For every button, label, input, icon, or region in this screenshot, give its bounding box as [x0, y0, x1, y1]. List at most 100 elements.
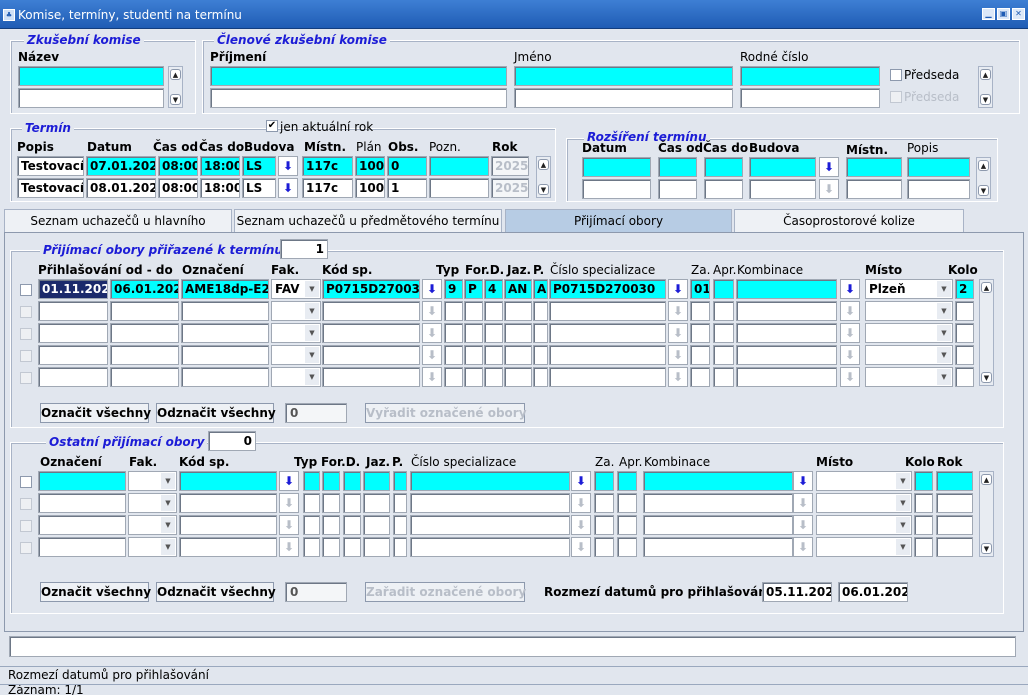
pr-cell[interactable] [736, 345, 837, 365]
termin-plan-2[interactable]: 100 [355, 178, 385, 198]
pr-cell[interactable] [690, 323, 710, 343]
pr-cell[interactable] [444, 323, 463, 343]
os-cell[interactable] [914, 537, 933, 557]
prijmeni-input-2[interactable] [210, 88, 507, 108]
pr-cell[interactable] [549, 345, 666, 365]
os-row-checkbox-4[interactable] [20, 542, 32, 554]
pr-kod-lov-icon-1[interactable]: ⬇ [422, 279, 442, 299]
pr-misto-select[interactable]: ▼ [865, 345, 953, 365]
down-arrow-icon[interactable]: ⬇ [422, 301, 442, 321]
down-arrow-icon[interactable]: ⬇ [279, 515, 299, 535]
os-cell[interactable] [594, 515, 614, 535]
pr-row-checkbox-1[interactable] [20, 284, 32, 296]
pr-jaz-n-1[interactable]: 4 [484, 279, 503, 299]
rz-cas-do-1[interactable] [704, 157, 743, 177]
pr-cell[interactable] [713, 323, 734, 343]
termin-cas-od-2[interactable]: 08:00 [158, 178, 198, 198]
os-cell[interactable] [594, 537, 614, 557]
minimize-icon[interactable]: ▁ [982, 8, 995, 20]
pr-cell[interactable] [713, 301, 734, 321]
pr-cell[interactable] [181, 367, 269, 387]
pr-cell[interactable] [444, 367, 463, 387]
pr-oznacit-vsechny-button[interactable]: Označit všechny [40, 403, 151, 423]
pr-cell[interactable] [322, 367, 420, 387]
pr-cell[interactable] [955, 345, 974, 365]
termin-datum-2[interactable]: 08.01.2025 [86, 178, 156, 198]
termin-cas-do-2[interactable]: 18:00 [200, 178, 240, 198]
os-cell[interactable] [914, 471, 933, 491]
predseda-checkbox-1[interactable] [890, 69, 902, 81]
pr-p-1[interactable]: A [533, 279, 548, 299]
pr-typ-1[interactable]: 9 [444, 279, 463, 299]
os-row-checkbox-1[interactable] [20, 476, 32, 488]
pr-misto-select[interactable]: ▼ [865, 367, 953, 387]
os-cell[interactable] [343, 515, 361, 535]
rz-popis-1[interactable] [907, 157, 970, 177]
down-arrow-icon[interactable]: ⬇ [668, 367, 688, 387]
os-cell[interactable] [38, 493, 126, 513]
os-fak-select[interactable]: ▼ [128, 537, 177, 557]
pr-misto-select[interactable]: ▼ [865, 323, 953, 343]
predseda-checkbox-2[interactable] [890, 91, 902, 103]
pr-do-1[interactable]: 06.01.2026 [110, 279, 179, 299]
os-cell[interactable] [343, 493, 361, 513]
pr-cell[interactable] [955, 367, 974, 387]
os-misto-select[interactable]: ▼ [816, 471, 912, 491]
pr-cell[interactable] [444, 345, 463, 365]
rozmezi-od-input[interactable]: 05.11.2024 [762, 582, 832, 602]
os-fak-select[interactable]: ▼ [128, 515, 177, 535]
os-misto-select[interactable]: ▼ [816, 537, 912, 557]
os-cell[interactable] [410, 471, 570, 491]
pr-cell[interactable] [533, 345, 548, 365]
os-cell[interactable] [643, 471, 793, 491]
os-cell[interactable] [38, 471, 126, 491]
rz-datum-2[interactable] [582, 179, 651, 199]
rz-datum-1[interactable] [582, 157, 651, 177]
os-fak-select[interactable]: ▼ [128, 493, 177, 513]
down-arrow-icon[interactable]: ⬇ [793, 493, 813, 513]
pr-kod-1[interactable]: P0715D270030 [322, 279, 420, 299]
os-cell[interactable] [303, 515, 320, 535]
down-arrow-icon[interactable]: ⬇ [840, 367, 860, 387]
clenove-scrollbar[interactable]: ▲ ▼ [978, 66, 993, 108]
os-cell[interactable] [936, 493, 973, 513]
vyradit-button[interactable]: Vyřadit označené obory [365, 403, 527, 423]
pr-cell[interactable] [484, 323, 503, 343]
termin-obs-1[interactable]: 0 [387, 156, 427, 176]
down-arrow-icon[interactable]: ⬇ [571, 515, 591, 535]
os-cell[interactable] [393, 471, 407, 491]
pr-ford-1[interactable]: P [464, 279, 483, 299]
down-arrow-icon[interactable]: ⬇ [668, 323, 688, 343]
os-misto-select[interactable]: ▼ [816, 493, 912, 513]
down-arrow-icon[interactable]: ⬇ [279, 493, 299, 513]
os-cell[interactable] [179, 515, 277, 535]
down-arrow-icon[interactable]: ⬇ [571, 493, 591, 513]
rz-budova-2[interactable] [749, 179, 816, 199]
termin-plan-1[interactable]: 100 [355, 156, 385, 176]
rodne-cislo-input-2[interactable] [740, 88, 880, 108]
pr-cell[interactable] [110, 323, 179, 343]
pr-cell[interactable] [38, 301, 108, 321]
pr-cell[interactable] [955, 301, 974, 321]
pr-fak-select[interactable]: ▼ [271, 323, 321, 343]
pr-oznaceni-1[interactable]: AME18dp-E2 [181, 279, 269, 299]
termin-pozn-1[interactable] [429, 156, 489, 176]
os-cell[interactable] [363, 537, 390, 557]
termin-mistn-2[interactable]: 117c [302, 178, 353, 198]
pr-cell[interactable] [444, 301, 463, 321]
pr-cell[interactable] [110, 301, 179, 321]
prirazene-scrollbar[interactable]: ▲ ▼ [979, 279, 994, 386]
rozmezi-do-input[interactable]: 06.01.2025 [838, 582, 908, 602]
down-arrow-icon[interactable]: ⬇ [668, 301, 688, 321]
os-cell[interactable] [322, 471, 340, 491]
os-cell[interactable] [914, 515, 933, 535]
pr-apr-1[interactable] [713, 279, 734, 299]
os-misto-select[interactable]: ▼ [816, 515, 912, 535]
down-arrow-icon[interactable]: ⬇ [668, 345, 688, 365]
termin-scrollbar[interactable]: ▲ ▼ [536, 156, 551, 198]
pr-cell[interactable] [690, 345, 710, 365]
rz-cas-od-2[interactable] [658, 179, 697, 199]
pr-cell[interactable] [549, 323, 666, 343]
pr-row-checkbox-3[interactable] [20, 328, 32, 340]
pr-cell[interactable] [464, 323, 483, 343]
